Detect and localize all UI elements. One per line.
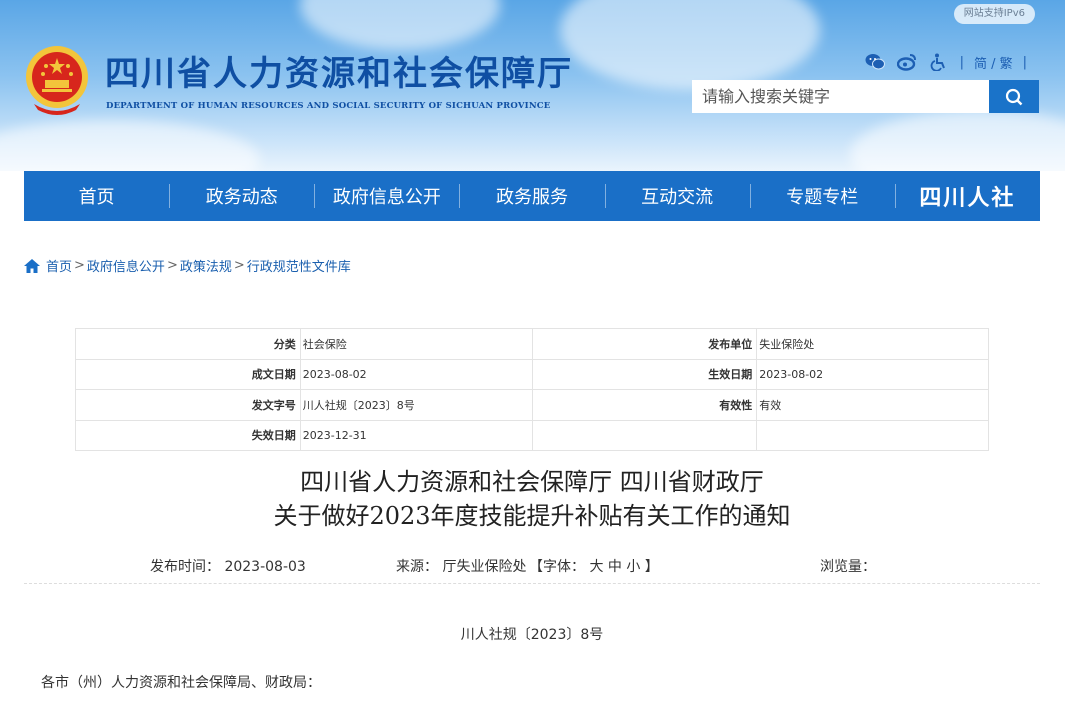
breadcrumb: 首页 > 政府信息公开 > 政策法规 > 行政规范性文件库: [24, 256, 351, 275]
meta-value: 社会保险: [299, 328, 533, 360]
cloud-decoration: [0, 120, 260, 171]
table-row: 发文字号 川人社规〔2023〕8号 有效性 有效: [75, 389, 989, 421]
search-input[interactable]: [692, 80, 989, 113]
meta-key: 发文字号: [75, 389, 301, 421]
breadcrumb-separator: >: [166, 258, 178, 273]
language-toggle[interactable]: 简 / 繁: [974, 53, 1013, 72]
document-number: 川人社规〔2023〕8号: [460, 627, 604, 643]
cloud-decoration: [300, 0, 500, 50]
view-count: 浏览量：: [820, 559, 876, 575]
meta-value: 失业保险处: [756, 328, 989, 360]
meta-value: 川人社规〔2023〕8号: [299, 389, 533, 421]
breadcrumb-separator: >: [233, 258, 245, 273]
ipv6-badge[interactable]: 网站支持IPv6: [953, 4, 1035, 24]
breadcrumb-link-normative-docs[interactable]: 行政规范性文件库: [247, 256, 351, 275]
article-card: 分类 社会保险 发布单位 失业保险处 成文日期 2023-08-02 生效日期 …: [24, 290, 1040, 708]
meta-key: [531, 419, 758, 451]
nav-item-special-topics[interactable]: 专题专栏: [749, 171, 895, 221]
meta-key: 发布单位: [531, 328, 758, 360]
home-icon: [24, 258, 40, 273]
document-meta-table: 分类 社会保险 发布单位 失业保险处 成文日期 2023-08-02 生效日期 …: [75, 328, 989, 451]
search-bar: [692, 80, 1039, 113]
nav-item-info-disclosure[interactable]: 政府信息公开: [314, 171, 459, 221]
meta-value: 有效: [756, 389, 989, 421]
meta-key: 失效日期: [75, 419, 301, 451]
search-icon: [1005, 88, 1023, 105]
table-row: 分类 社会保险 发布单位 失业保险处: [75, 328, 989, 360]
main-nav: 首页 政务动态 政府信息公开 政务服务 互动交流 专题专栏 四川人社: [24, 171, 1040, 221]
meta-value: 2023-08-02: [756, 358, 989, 390]
document-title-line-2: 关于做好2023年度技能提升补贴有关工作的通知: [273, 502, 791, 530]
table-row: 成文日期 2023-08-02 生效日期 2023-08-02: [75, 358, 989, 390]
document-greeting: 各市（州）人力资源和社会保障局、财政局：: [41, 675, 321, 691]
divider: |: [959, 54, 964, 70]
meta-key: 生效日期: [531, 358, 758, 390]
meta-value: 2023-08-02: [299, 358, 533, 390]
breadcrumb-link-home[interactable]: 首页: [46, 256, 72, 275]
meta-key: 有效性: [531, 389, 758, 421]
meta-value: [756, 419, 989, 451]
breadcrumb-link-info-disclosure[interactable]: 政府信息公开: [87, 256, 165, 275]
publish-time: 发布时间： 2023-08-03: [150, 559, 306, 575]
weibo-icon[interactable]: [896, 52, 918, 72]
source: 来源： 厅失业保险处: [396, 559, 527, 575]
breadcrumb-link-policies[interactable]: 政策法规: [180, 256, 232, 275]
cloud-decoration: [850, 110, 1065, 171]
search-button[interactable]: [989, 80, 1039, 113]
publish-info-bar: 发布时间： 2023-08-03 来源： 厅失业保险处 【字体： 大 中 小 】…: [24, 552, 1040, 584]
header-tools: | 简 / 繁 |: [864, 52, 1027, 72]
cloud-decoration: [560, 0, 820, 90]
nav-item-home[interactable]: 首页: [24, 171, 169, 221]
nav-item-news[interactable]: 政务动态: [169, 171, 314, 221]
meta-value: 2023-12-31: [299, 419, 533, 451]
site-title[interactable]: 四川省人力资源和社会保障厅: [105, 46, 573, 95]
meta-key: 分类: [75, 328, 301, 360]
font-size-control[interactable]: 【字体： 大 中 小 】: [529, 556, 659, 576]
accessibility-icon[interactable]: [928, 52, 950, 72]
site-header: 网站支持IPv6 四川省人力资源和社会保障厅 DEPARTMENT OF HUM…: [0, 0, 1065, 171]
national-emblem-icon[interactable]: [24, 44, 90, 116]
divider: |: [1022, 54, 1027, 70]
meta-key: 成文日期: [75, 358, 301, 390]
nav-item-sichuan-hrss-brand[interactable]: 四川人社: [894, 171, 1040, 221]
site-subtitle: DEPARTMENT OF HUMAN RESOURCES AND SOCIAL…: [106, 101, 551, 111]
document-title-line-1: 四川省人力资源和社会保障厅 四川省财政厅: [300, 468, 764, 496]
nav-item-interaction[interactable]: 互动交流: [604, 171, 750, 221]
table-row: 失效日期 2023-12-31: [75, 419, 989, 451]
breadcrumb-separator: >: [74, 258, 85, 273]
nav-item-services[interactable]: 政务服务: [459, 171, 604, 221]
wechat-icon[interactable]: [864, 52, 886, 72]
